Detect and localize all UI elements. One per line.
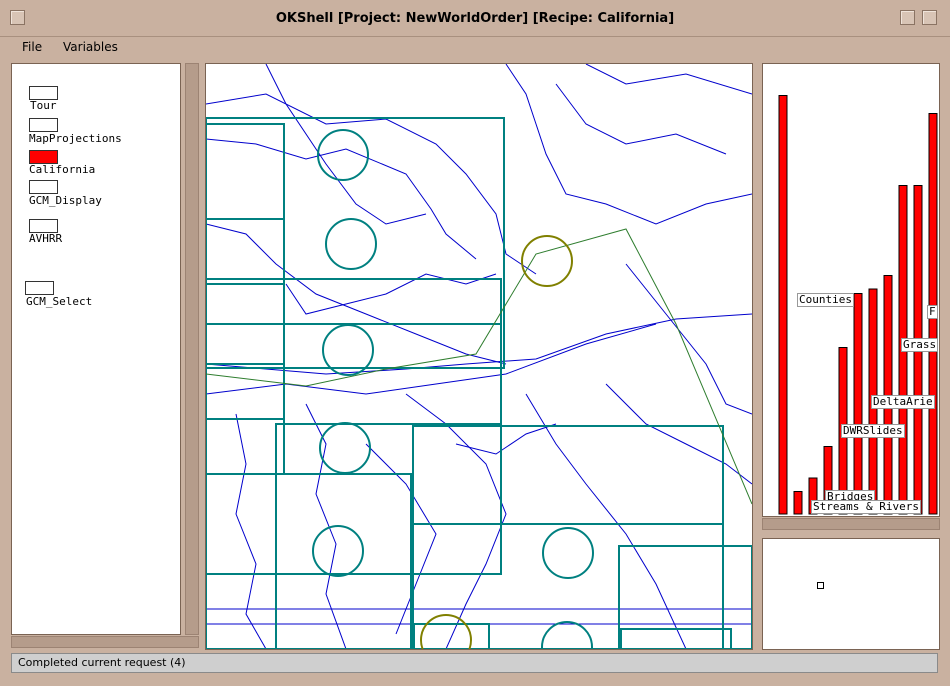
label-f: F [927,305,938,319]
recipe-swatch-tour[interactable] [29,86,58,100]
minimize-button[interactable] [900,10,915,25]
recipe-swatch-gcm-display[interactable] [29,180,58,194]
status-text: Completed current request (4) [18,656,186,669]
recipe-swatch-mapprojections[interactable] [29,118,58,132]
recipe-swatch-avhrr[interactable] [29,219,58,233]
recipe-item-gcm-select[interactable]: GCM_Select [26,295,92,308]
window-menu-button[interactable] [10,10,25,25]
recipe-list-panel [11,63,181,635]
chart-hscrollbar[interactable] [762,518,940,530]
label-counties: Counties [797,293,854,307]
bar-chart-panel: Counties F Grass DeltaArie DWRSlides Bri… [762,63,940,517]
route-line [206,228,752,505]
label-deltaarie: DeltaArie [871,395,935,409]
window-title: OKShell [Project: NewWorldOrder] [Recipe… [275,11,675,26]
recipe-item-california[interactable]: California [29,163,95,176]
overview-panel[interactable] [762,538,940,650]
map-spacer [742,63,743,64]
chart-bar [853,293,863,515]
river-lines [206,64,752,649]
left-panel-hscrollbar[interactable] [11,636,199,648]
gcm-circles [312,129,594,649]
menu-bar [0,36,950,58]
recipe-item-mapprojections[interactable]: MapProjections [29,132,122,145]
recipe-swatch-gcm-select[interactable] [25,281,54,295]
highlight-circles [420,235,573,649]
map-view[interactable] [205,63,753,650]
recipe-item-gcm-display[interactable]: GCM_Display [29,194,102,207]
overview-marker [817,582,824,589]
label-grass: Grass [901,338,939,352]
label-streams-rivers: Streams & Rivers [811,500,921,514]
recipe-item-tour[interactable]: Tour [30,99,57,112]
recipe-swatch-california[interactable] [29,150,58,164]
menu-variables[interactable]: Variables [63,40,118,54]
map-canvas[interactable] [206,64,752,649]
label-dwrslides: DWRSlides [841,424,905,438]
chart-bar [793,491,803,515]
menu-file[interactable]: File [22,40,42,54]
maximize-button[interactable] [922,10,937,25]
bar-chart [778,95,938,515]
chart-bar [778,95,788,515]
left-panel-scrollbar[interactable] [185,63,199,635]
recipe-item-avhrr[interactable]: AVHRR [29,232,62,245]
